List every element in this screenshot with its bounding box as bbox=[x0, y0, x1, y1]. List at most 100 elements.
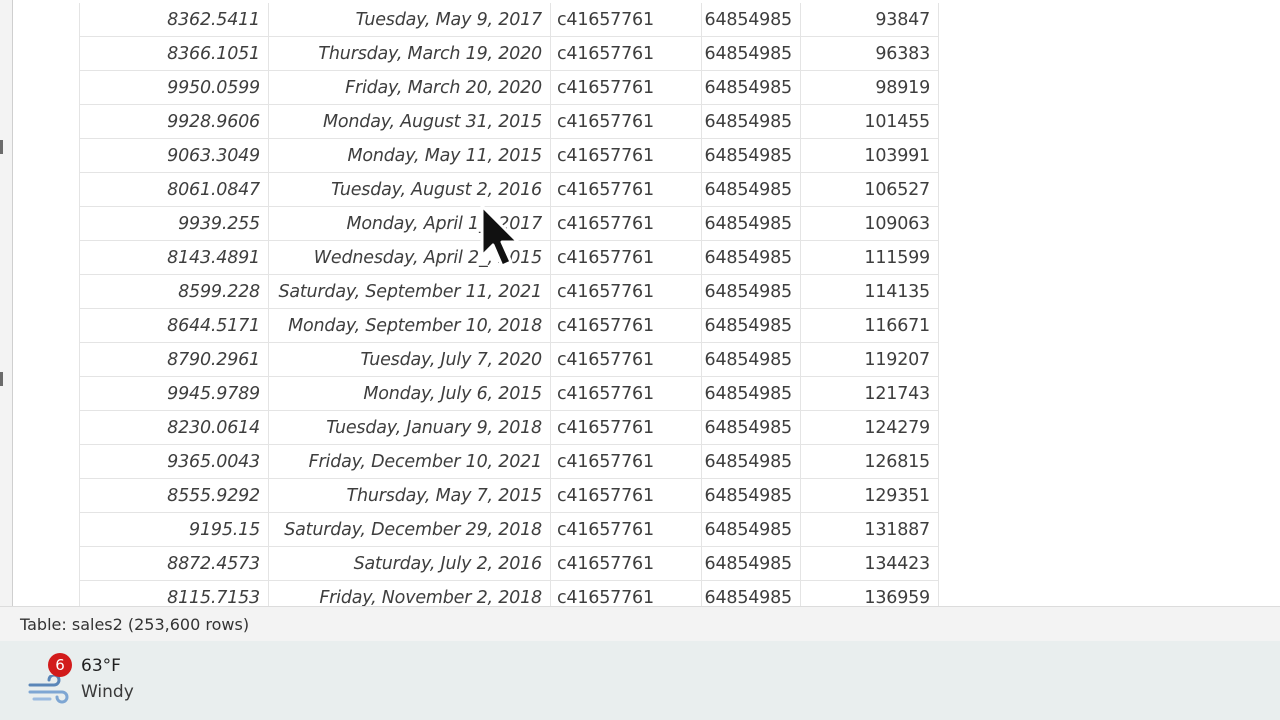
table-row[interactable]: 9939.255 Monday, April 1_, 2017 c41657761 6… bbox=[79, 206, 939, 241]
table-cell[interactable]: c41657761 bbox=[550, 36, 702, 71]
table-cell[interactable]: Monday, August 31, 2015 bbox=[268, 104, 551, 139]
table-row[interactable]: 8555.9292 Thursday, May 7, 2015 c41657761 6… bbox=[79, 478, 939, 513]
table-cell[interactable]: Tuesday, January 9, 2018 bbox=[268, 410, 551, 445]
table-cell[interactable]: c41657761 bbox=[550, 240, 702, 275]
table-cell[interactable]: Monday, May 11, 2015 bbox=[268, 138, 551, 173]
table-cell[interactable]: Saturday, December 29, 2018 bbox=[268, 512, 551, 547]
table-cell[interactable]: 8790.2961 bbox=[79, 342, 269, 377]
table-cell[interactable]: 64854985 bbox=[701, 206, 801, 241]
table-cell[interactable]: 8599.228 bbox=[79, 274, 269, 309]
table-cell[interactable]: c41657761 bbox=[550, 172, 702, 207]
table-cell[interactable]: Tuesday, August 2, 2016 bbox=[268, 172, 551, 207]
table-cell[interactable]: Monday, July 6, 2015 bbox=[268, 376, 551, 411]
table-cell[interactable]: 64854985 bbox=[701, 138, 801, 173]
table-cell[interactable]: 119207 bbox=[800, 342, 939, 377]
table-cell[interactable]: 134423 bbox=[800, 546, 939, 581]
table-row[interactable]: 9365.0043 Friday, December 10, 2021 c41657… bbox=[79, 444, 939, 479]
table-cell[interactable]: Saturday, September 11, 2021 bbox=[268, 274, 551, 309]
table-cell[interactable]: 64854985 bbox=[701, 274, 801, 309]
table-cell[interactable]: 64854985 bbox=[701, 580, 801, 606]
table-row[interactable]: 9950.0599 Friday, March 20, 2020 c41657761… bbox=[79, 70, 939, 105]
table-row[interactable]: 8230.0614 Tuesday, January 9, 2018 c416577… bbox=[79, 410, 939, 445]
table-cell[interactable]: Monday, September 10, 2018 bbox=[268, 308, 551, 343]
table-row[interactable]: 8599.228 Saturday, September 11, 2021 c416… bbox=[79, 274, 939, 309]
table-cell[interactable]: 64854985 bbox=[701, 342, 801, 377]
table-cell[interactable]: 9950.0599 bbox=[79, 70, 269, 105]
table-row[interactable]: 9063.3049 Monday, May 11, 2015 c41657761 64… bbox=[79, 138, 939, 173]
table-row[interactable]: 8362.5411 Tuesday, May 9, 2017 c41657761 64… bbox=[79, 3, 939, 37]
table-cell[interactable]: c41657761 bbox=[550, 342, 702, 377]
table-cell[interactable]: 8230.0614 bbox=[79, 410, 269, 445]
table-row[interactable]: 8115.7153 Friday, November 2, 2018 c416577… bbox=[79, 580, 939, 606]
table-cell[interactable]: 64854985 bbox=[701, 444, 801, 479]
table-cell[interactable]: 64854985 bbox=[701, 104, 801, 139]
table-cell[interactable]: c41657761 bbox=[550, 206, 702, 241]
table-cell[interactable]: c41657761 bbox=[550, 512, 702, 547]
table-cell[interactable]: Tuesday, May 9, 2017 bbox=[268, 3, 551, 37]
data-grid-viewport[interactable]: 8362.5411 Tuesday, May 9, 2017 c41657761 64… bbox=[13, 0, 1280, 606]
table-row[interactable]: 9945.9789 Monday, July 6, 2015 c41657761 64… bbox=[79, 376, 939, 411]
table-cell[interactable]: 9365.0043 bbox=[79, 444, 269, 479]
table-row[interactable]: 8872.4573 Saturday, July 2, 2016 c41657761… bbox=[79, 546, 939, 581]
table-cell[interactable]: c41657761 bbox=[550, 546, 702, 581]
table-row[interactable]: 9195.15 Saturday, December 29, 2018 c41657… bbox=[79, 512, 939, 547]
table-row[interactable]: 9928.9606 Monday, August 31, 2015 c4165776… bbox=[79, 104, 939, 139]
table-cell[interactable]: 9945.9789 bbox=[79, 376, 269, 411]
table-cell[interactable]: 8061.0847 bbox=[79, 172, 269, 207]
table-cell[interactable]: 64854985 bbox=[701, 512, 801, 547]
table-cell[interactable]: 8644.5171 bbox=[79, 308, 269, 343]
table-cell[interactable]: 64854985 bbox=[701, 240, 801, 275]
table-cell[interactable]: c41657761 bbox=[550, 3, 702, 37]
table-cell[interactable]: Friday, March 20, 2020 bbox=[268, 70, 551, 105]
table-cell[interactable]: 64854985 bbox=[701, 3, 801, 37]
table-cell[interactable]: 64854985 bbox=[701, 546, 801, 581]
table-cell[interactable]: 93847 bbox=[800, 3, 939, 37]
table-cell[interactable]: 9063.3049 bbox=[79, 138, 269, 173]
table-cell[interactable]: Thursday, March 19, 2020 bbox=[268, 36, 551, 71]
table-cell[interactable]: 64854985 bbox=[701, 36, 801, 71]
table-cell[interactable]: 9939.255 bbox=[79, 206, 269, 241]
weather-widget[interactable]: 6 63°F Windy bbox=[28, 653, 228, 713]
table-cell[interactable]: 121743 bbox=[800, 376, 939, 411]
table-cell[interactable]: 8555.9292 bbox=[79, 478, 269, 513]
table-cell[interactable]: Friday, November 2, 2018 bbox=[268, 580, 551, 606]
table-cell[interactable]: 116671 bbox=[800, 308, 939, 343]
left-pane-edge[interactable] bbox=[0, 0, 13, 606]
table-cell[interactable]: 64854985 bbox=[701, 172, 801, 207]
table-cell[interactable]: 131887 bbox=[800, 512, 939, 547]
table-cell[interactable]: 64854985 bbox=[701, 70, 801, 105]
table-cell[interactable]: 96383 bbox=[800, 36, 939, 71]
table-cell[interactable]: 8366.1051 bbox=[79, 36, 269, 71]
table-cell[interactable]: Monday, April 1_, 2017 bbox=[268, 206, 551, 241]
table-cell[interactable]: c41657761 bbox=[550, 376, 702, 411]
table-cell[interactable]: Tuesday, July 7, 2020 bbox=[268, 342, 551, 377]
table-cell[interactable]: 103991 bbox=[800, 138, 939, 173]
table-cell[interactable]: 8115.7153 bbox=[79, 580, 269, 606]
table-cell[interactable]: c41657761 bbox=[550, 410, 702, 445]
table-cell[interactable]: 8143.4891 bbox=[79, 240, 269, 275]
table-cell[interactable]: 64854985 bbox=[701, 376, 801, 411]
table-cell[interactable]: 106527 bbox=[800, 172, 939, 207]
table-cell[interactable]: c41657761 bbox=[550, 138, 702, 173]
table-cell[interactable]: c41657761 bbox=[550, 308, 702, 343]
table-cell[interactable]: c41657761 bbox=[550, 70, 702, 105]
table-cell[interactable]: Thursday, May 7, 2015 bbox=[268, 478, 551, 513]
table-cell[interactable]: 64854985 bbox=[701, 410, 801, 445]
table-cell[interactable]: 126815 bbox=[800, 444, 939, 479]
table-cell[interactable]: c41657761 bbox=[550, 444, 702, 479]
table-row[interactable]: 8790.2961 Tuesday, July 7, 2020 c41657761 6… bbox=[79, 342, 939, 377]
table-cell[interactable]: c41657761 bbox=[550, 580, 702, 606]
table-row[interactable]: 8366.1051 Thursday, March 19, 2020 c416577… bbox=[79, 36, 939, 71]
table-cell[interactable]: Saturday, July 2, 2016 bbox=[268, 546, 551, 581]
table-row[interactable]: 8143.4891 Wednesday, April 2_, 2015 c41657… bbox=[79, 240, 939, 275]
table-cell[interactable]: 124279 bbox=[800, 410, 939, 445]
table-cell[interactable]: 98919 bbox=[800, 70, 939, 105]
table-cell[interactable]: 9928.9606 bbox=[79, 104, 269, 139]
table-cell[interactable]: 9195.15 bbox=[79, 512, 269, 547]
table-row[interactable]: 8644.5171 Monday, September 10, 2018 c4165… bbox=[79, 308, 939, 343]
table-cell[interactable]: c41657761 bbox=[550, 274, 702, 309]
table-row[interactable]: 8061.0847 Tuesday, August 2, 2016 c4165776… bbox=[79, 172, 939, 207]
table-cell[interactable]: 8362.5411 bbox=[79, 3, 269, 37]
table-cell[interactable]: 8872.4573 bbox=[79, 546, 269, 581]
table-cell[interactable]: c41657761 bbox=[550, 104, 702, 139]
